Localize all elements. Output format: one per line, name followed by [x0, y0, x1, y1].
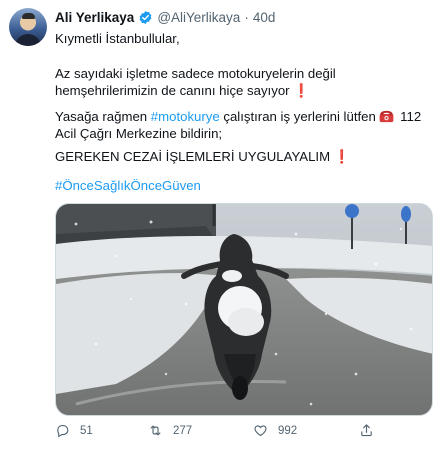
tweet-timestamp[interactable]: 40d [253, 10, 276, 25]
like-icon [254, 425, 267, 437]
reply-button[interactable]: 51 [55, 423, 93, 438]
tweet-actions: 51 277 992 [55, 420, 435, 444]
like-button[interactable]: 992 [253, 423, 297, 438]
tweet-header: Ali Yerlikaya @AliYerlikaya · 40d [55, 5, 435, 29]
author-handle[interactable]: @AliYerlikaya [157, 10, 240, 25]
exclamation-icon: ❗ [333, 149, 351, 164]
hashtag-link[interactable]: #ÖnceSağlıkÖnceGüven [55, 177, 201, 194]
tweet-greeting: Kıymetli İstanbullular, [55, 31, 180, 46]
tweet-content: Ali Yerlikaya @AliYerlikaya · 40d Kıymet… [55, 0, 435, 194]
author-avatar[interactable] [9, 8, 47, 46]
verified-badge-icon [139, 10, 152, 24]
retweet-button[interactable]: 277 [148, 423, 192, 438]
paragraph-3-text: GEREKEN CEZAİ İŞLEMLERİ UYGULAYALIM [55, 149, 331, 164]
exclamation-icon: ❗ [293, 83, 310, 98]
share-button[interactable] [359, 423, 384, 438]
like-count: 992 [278, 424, 298, 437]
paragraph-2-pre: Yasağa rağmen [55, 109, 151, 124]
tweet-photo[interactable] [55, 203, 433, 416]
tweet-card[interactable]: Ali Yerlikaya @AliYerlikaya · 40d Kıymet… [0, 0, 443, 450]
header-separator: · [244, 9, 249, 25]
retweet-icon [150, 425, 161, 436]
hashtag-motokurye-link[interactable]: #motokurye [151, 109, 220, 124]
tweet-paragraph-1: Az sayıdaki işletme sadece motokuryeleri… [55, 65, 430, 99]
reply-count: 51 [80, 424, 93, 437]
author-name[interactable]: Ali Yerlikaya [55, 10, 134, 25]
retweet-count: 277 [173, 424, 193, 437]
tweet-paragraph-3: GEREKEN CEZAİ İŞLEMLERİ UYGULAYALIM ❗ [55, 148, 350, 165]
telephone-icon [380, 110, 394, 123]
snowy-motorcycle-photo [56, 204, 432, 415]
reply-icon [57, 424, 69, 438]
share-icon [361, 424, 372, 437]
tweet-paragraph-2: Yasağa rağmen #motokurye çalıştıran iş y… [55, 108, 433, 142]
paragraph-2-mid: çalıştıran iş yerlerini lütfen [219, 109, 380, 124]
